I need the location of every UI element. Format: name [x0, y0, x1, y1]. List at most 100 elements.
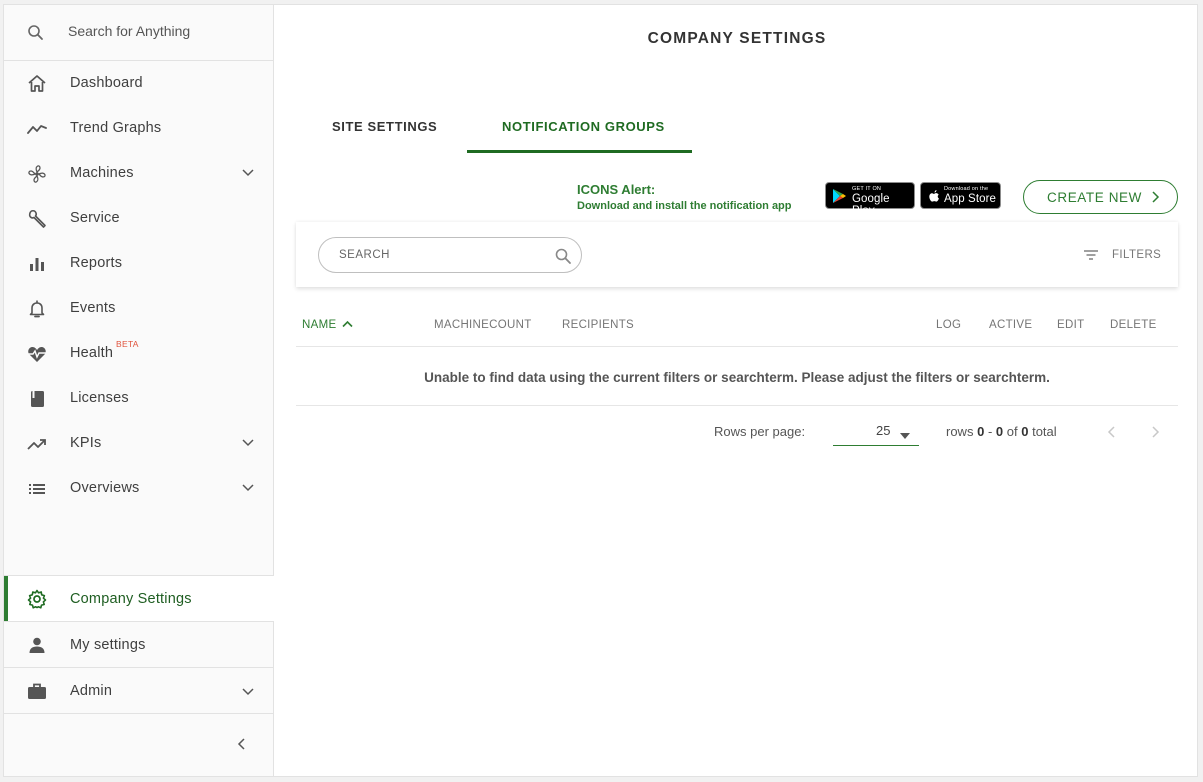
sidebar-item-machines[interactable]: Machines	[4, 151, 274, 196]
rows-total-count: 0	[1021, 424, 1029, 439]
sidebar-item-label: Reports	[70, 255, 123, 271]
page-title: COMPANY SETTINGS	[647, 30, 827, 47]
create-new-label: CREATE NEW	[1047, 190, 1143, 205]
table-header-divider	[296, 346, 1178, 347]
table-search-input[interactable]	[339, 246, 539, 264]
column-header-edit: EDIT	[1057, 319, 1085, 331]
sidebar-item-overviews[interactable]: Overviews	[4, 466, 274, 511]
sidebar-item-label: Dashboard	[70, 75, 143, 91]
sidebar-item-dashboard[interactable]: Dashboard	[4, 61, 274, 106]
trending-up-icon	[26, 433, 48, 455]
sidebar-item-company-settings[interactable]: Company Settings	[4, 575, 274, 621]
sidebar-item-label: My settings	[70, 637, 146, 653]
collapse-sidebar-icon[interactable]	[234, 736, 250, 752]
app-alert-subtitle: Download and install the notification ap…	[577, 200, 792, 212]
previous-page-icon[interactable]	[1104, 424, 1120, 440]
sidebar-item-trend-graphs[interactable]: Trend Graphs	[4, 106, 274, 151]
column-header-active: ACTIVE	[989, 319, 1033, 331]
main-content: COMPANY SETTINGS SITE SETTINGS NOTIFICAT…	[275, 5, 1197, 776]
sidebar-item-label: Licenses	[70, 390, 129, 406]
global-search-placeholder[interactable]: Search for Anything	[68, 23, 190, 39]
google-play-icon	[831, 188, 847, 204]
sidebar-item-label: Company Settings	[70, 591, 192, 607]
column-header-name[interactable]: NAME	[302, 319, 336, 331]
chevron-down-icon[interactable]	[240, 164, 256, 180]
sidebar-item-service[interactable]: Service	[4, 196, 274, 241]
sidebar-item-label: Overviews	[70, 480, 140, 496]
app-store-big-text: App Store	[944, 193, 997, 205]
sidebar-item-events[interactable]: Events	[4, 286, 274, 331]
wrench-icon	[26, 208, 48, 230]
sidebar-divider	[4, 713, 274, 714]
sidebar-item-my-settings[interactable]: My settings	[4, 621, 274, 667]
app-window: Search for Anything Dashboard Trend Grap…	[3, 4, 1198, 777]
column-header-log: LOG	[936, 319, 962, 331]
fan-icon	[26, 163, 48, 185]
rows-per-page-label: Rows per page:	[714, 424, 806, 439]
sort-ascending-icon[interactable]	[341, 318, 354, 331]
sidebar-item-label: Trend Graphs	[70, 120, 162, 136]
chevron-down-icon[interactable]	[240, 683, 256, 699]
sidebar-item-label: Events	[70, 300, 116, 316]
rows-from: 0	[977, 424, 985, 439]
sidebar-item-label: KPIs	[70, 435, 102, 451]
sidebar-item-health[interactable]: Health BETA	[4, 331, 274, 376]
filters-button[interactable]: FILTERS	[1083, 246, 1171, 264]
global-search[interactable]: Search for Anything	[4, 5, 274, 61]
sidebar-item-label: Machines	[70, 165, 134, 181]
table-footer-divider	[296, 405, 1178, 406]
list-icon	[26, 478, 48, 500]
tab-site-settings[interactable]: SITE SETTINGS	[332, 119, 437, 134]
rows-word: rows	[946, 424, 974, 439]
filter-icon	[1083, 247, 1099, 263]
sidebar-item-label: Service	[70, 210, 120, 226]
total-word: total	[1032, 424, 1057, 439]
tab-notification-groups[interactable]: NOTIFICATION GROUPS	[502, 119, 665, 134]
caret-down-icon	[900, 427, 910, 439]
filters-label: FILTERS	[1112, 249, 1162, 261]
sidebar-item-admin[interactable]: Admin	[4, 667, 274, 713]
column-header-recipients[interactable]: RECIPIENTS	[562, 319, 634, 331]
column-header-machinecount[interactable]: MACHINECOUNT	[434, 319, 532, 331]
google-play-badge[interactable]: GET IT ON Google Play	[825, 182, 915, 217]
book-icon	[26, 388, 48, 410]
home-icon	[26, 73, 48, 95]
sidebar-item-label: Admin	[70, 683, 113, 699]
briefcase-icon	[26, 680, 48, 702]
sidebar-item-reports[interactable]: Reports	[4, 241, 274, 286]
rows-per-page-select[interactable]: 25	[833, 416, 919, 446]
sidebar: Search for Anything Dashboard Trend Grap…	[4, 5, 274, 776]
sidebar-item-licenses[interactable]: Licenses	[4, 376, 274, 421]
apple-icon	[926, 188, 942, 204]
app-alert-title: ICONS Alert:	[577, 182, 656, 197]
rows-to: 0	[995, 424, 1004, 439]
next-page-icon[interactable]	[1147, 424, 1163, 440]
create-new-button[interactable]: CREATE NEW	[1023, 180, 1178, 214]
app-store-small-text: Download on the	[944, 186, 989, 192]
chevron-right-icon	[1148, 190, 1162, 204]
rows-range-total: rows 0 - 0 of 0 total	[946, 424, 1057, 439]
search-icon	[26, 23, 46, 43]
sidebar-item-label: Health	[70, 345, 114, 361]
table-search[interactable]	[318, 237, 582, 273]
empty-table-message: Unable to find data using the current fi…	[424, 370, 1050, 385]
sidebar-item-kpis[interactable]: KPIs	[4, 421, 274, 466]
bar-chart-icon	[26, 253, 48, 275]
heart-pulse-icon	[26, 343, 48, 365]
google-play-big-text: Google Play	[852, 193, 890, 217]
search-toolbar: FILTERS	[296, 222, 1178, 287]
app-store-badge[interactable]: Download on the App Store	[920, 182, 1001, 209]
chevron-down-icon[interactable]	[240, 434, 256, 450]
search-icon[interactable]	[554, 247, 572, 265]
person-icon	[26, 634, 48, 656]
google-play-small-text: GET IT ON	[852, 186, 882, 192]
trend-line-icon	[26, 118, 48, 140]
of-word: of	[1006, 424, 1018, 439]
bell-icon	[26, 298, 48, 320]
rows-per-page-value: 25	[876, 423, 891, 438]
active-tab-indicator	[467, 150, 692, 153]
rows-separator: -	[987, 424, 993, 439]
chevron-down-icon[interactable]	[240, 479, 256, 495]
beta-badge: BETA	[116, 339, 139, 349]
gear-icon	[26, 588, 48, 610]
